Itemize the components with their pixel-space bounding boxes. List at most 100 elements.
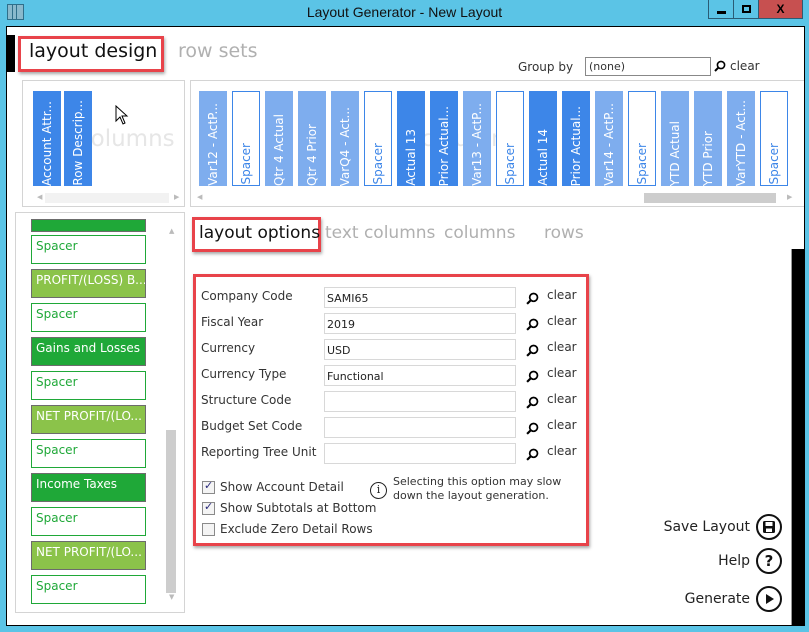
rows-scroll-up-arrow[interactable]: ▲ (169, 227, 174, 235)
structure-code-input[interactable] (324, 391, 516, 412)
help-icon: ? (756, 548, 782, 574)
column-tile[interactable]: Qtr 4 Actual (265, 91, 293, 186)
column-tile[interactable]: Var12 - ActP... (199, 91, 227, 186)
column-label: Prior Actual... (437, 105, 451, 186)
budget-set-code-clear-link[interactable]: clear (547, 418, 577, 432)
group-by-clear-link[interactable]: clear (730, 59, 760, 73)
group-by-search-icon[interactable] (714, 60, 726, 72)
reporting-tree-unit-input[interactable] (324, 443, 516, 464)
save-icon (756, 514, 782, 540)
tab-text-columns[interactable]: text columns (325, 223, 435, 243)
rows-vscrollbar-thumb[interactable] (166, 430, 176, 593)
show-account-detail-checkbox[interactable] (202, 479, 215, 494)
maximize-icon (741, 5, 751, 13)
row-tile[interactable]: NET PROFIT/(LO... (31, 541, 146, 570)
budget-set-code-lookup-icon[interactable] (526, 422, 539, 435)
column-tile[interactable]: Spacer (364, 91, 392, 186)
tab-layout-options[interactable]: layout options (199, 223, 320, 243)
row-tile[interactable]: Gains and Losses (31, 337, 146, 366)
row-tile[interactable]: Spacer (31, 371, 146, 400)
currency-label: Currency (201, 341, 256, 355)
scroll-right-arrow[interactable]: ▶ (174, 193, 179, 201)
tab-columns[interactable]: columns (444, 223, 515, 243)
company-code-clear-link[interactable]: clear (547, 288, 577, 302)
help-label: Help (718, 553, 750, 569)
currency-input[interactable]: USD (324, 339, 516, 360)
column-label: YTD Actual (668, 120, 682, 186)
close-button[interactable]: X (758, 0, 803, 19)
company-code-input[interactable]: SAMI65 (324, 287, 516, 308)
text-columns-hscrollbar[interactable] (45, 193, 169, 203)
currency-type-clear-link[interactable]: clear (547, 366, 577, 380)
minimize-button[interactable] (708, 0, 734, 19)
tab-layout-design[interactable]: layout design (29, 40, 157, 62)
column-tile[interactable]: YTD Prior (694, 91, 722, 186)
row-tile[interactable]: Spacer (31, 507, 146, 536)
group-by-input[interactable]: (none) (585, 57, 711, 76)
columns-scroll-left-arrow[interactable]: ◀ (197, 193, 202, 201)
row-tile[interactable]: Income Taxes (31, 473, 146, 502)
fiscal-year-input[interactable]: 2019 (324, 313, 516, 334)
exclude-zero-detail-rows-checkbox[interactable] (202, 522, 215, 536)
company-code-label: Company Code (201, 289, 293, 303)
column-tile[interactable]: Prior Actual... (430, 91, 458, 186)
column-label: Spacer (371, 143, 385, 185)
row-tile[interactable] (31, 219, 146, 232)
text-column-tile[interactable]: Row Descrip... (64, 91, 92, 186)
currency-type-input[interactable]: Functional (324, 365, 516, 386)
row-tile[interactable]: NET PROFIT/(LO... (31, 405, 146, 434)
columns-scroll-right-arrow[interactable]: ▶ (787, 193, 792, 201)
currency-clear-link[interactable]: clear (547, 340, 577, 354)
column-tile[interactable]: Spacer (232, 91, 260, 186)
column-tile[interactable]: Actual 13 (397, 91, 425, 186)
reporting-tree-unit-lookup-icon[interactable] (526, 448, 539, 461)
column-tile[interactable]: Prior Actual... (562, 91, 590, 186)
tab-row-sets[interactable]: row sets (178, 40, 258, 62)
play-icon (756, 586, 782, 612)
column-tile[interactable]: Spacer (496, 91, 524, 186)
save-layout-button[interactable]: Save Layout (647, 514, 782, 540)
scroll-left-arrow[interactable]: ◀ (37, 193, 42, 201)
column-tile[interactable]: Spacer (628, 91, 656, 186)
column-label: Var12 - ActP... (206, 103, 220, 186)
currency-type-lookup-icon[interactable] (526, 370, 539, 383)
text-columns-watermark: columns (78, 126, 175, 152)
column-tile[interactable]: Spacer (760, 91, 788, 186)
row-tile[interactable]: Spacer (31, 439, 146, 468)
column-label: VarQ4 - Act... (338, 106, 352, 186)
column-tile[interactable]: Qtr 4 Prior (298, 91, 326, 186)
tab-rows[interactable]: rows (544, 223, 584, 243)
row-tile[interactable]: PROFIT/(LOSS) B... (31, 269, 146, 298)
structure-code-lookup-icon[interactable] (526, 396, 539, 409)
maximize-button[interactable] (733, 0, 759, 19)
text-column-tile[interactable]: Account Attr... (33, 91, 61, 186)
column-tile[interactable]: Actual 14 (529, 91, 557, 186)
window-title: Layout Generator - New Layout (306, 4, 503, 20)
row-tile[interactable]: Spacer (31, 235, 146, 264)
column-label: Prior Actual... (569, 105, 583, 186)
currency-lookup-icon[interactable] (526, 344, 539, 357)
column-tile[interactable]: VarQ4 - Act... (331, 91, 359, 186)
structure-code-clear-link[interactable]: clear (547, 392, 577, 406)
columns-hscrollbar-thumb[interactable] (644, 193, 776, 203)
row-tile[interactable]: Spacer (31, 575, 146, 604)
exclude-zero-detail-rows-checkbox-row[interactable]: Exclude Zero Detail Rows (202, 522, 373, 536)
generate-button[interactable]: Generate (647, 586, 782, 612)
rows-scroll-down-arrow[interactable]: ▼ (169, 593, 174, 601)
fiscal-year-lookup-icon[interactable] (526, 318, 539, 331)
column-tile[interactable]: VarYTD - Act... (727, 91, 755, 186)
help-button[interactable]: Help ? (647, 548, 782, 574)
fiscal-year-clear-link[interactable]: clear (547, 314, 577, 328)
show-account-detail-checkbox-row[interactable]: Show Account Detail (202, 479, 344, 494)
right-edge-bar (791, 249, 804, 625)
show-subtotals-at-bottom-checkbox[interactable] (202, 500, 215, 515)
column-tile[interactable]: Var13 - ActP... (463, 91, 491, 186)
column-label: Spacer (635, 143, 649, 185)
budget-set-code-input[interactable] (324, 417, 516, 438)
company-code-lookup-icon[interactable] (526, 292, 539, 305)
reporting-tree-unit-clear-link[interactable]: clear (547, 444, 577, 458)
column-tile[interactable]: YTD Actual (661, 91, 689, 186)
column-tile[interactable]: Var14 - ActP... (595, 91, 623, 186)
show-subtotals-at-bottom-checkbox-row[interactable]: Show Subtotals at Bottom (202, 500, 376, 515)
row-tile[interactable]: Spacer (31, 303, 146, 332)
